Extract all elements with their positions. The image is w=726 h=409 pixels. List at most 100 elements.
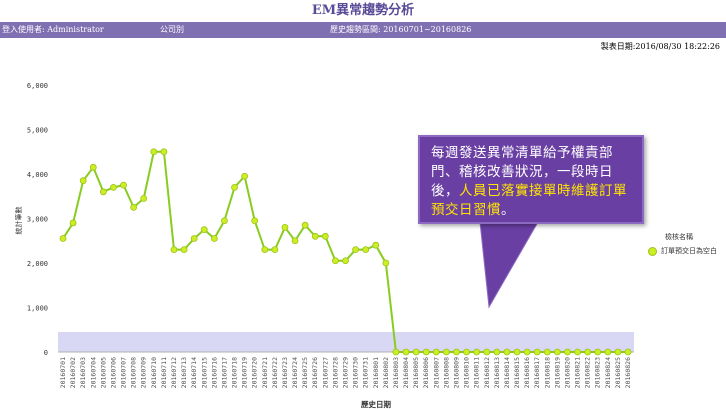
x-tick-label: 20160718 <box>231 357 239 388</box>
data-point <box>533 348 541 356</box>
x-tick-label: 20160727 <box>321 357 329 388</box>
x-tick-label: 20160730 <box>352 357 360 388</box>
data-point <box>291 237 299 245</box>
data-point <box>271 246 279 254</box>
x-tick-label: 20160726 <box>311 357 319 388</box>
data-point <box>442 348 450 356</box>
x-tick-label: 20160729 <box>342 357 350 388</box>
data-point <box>110 183 117 191</box>
x-tick-label: 20160801 <box>372 357 380 388</box>
trend-line-chart: 0 1,000 2,000 3,000 4,000 5,000 6,000 統計筆數 20160… <box>14 82 634 409</box>
data-point <box>99 188 107 196</box>
y-tick-label: 1,000 <box>27 305 48 313</box>
data-point <box>604 348 612 356</box>
x-tick-label: 20160819 <box>553 357 561 388</box>
x-tick-label: 20160815 <box>513 357 521 388</box>
data-point <box>453 348 460 356</box>
info-bar: 登入使用者: Administrator 公司別 歷史趨勢區間: 2016070… <box>0 22 726 38</box>
data-point <box>523 348 531 356</box>
x-tick-label: 20160824 <box>604 357 612 388</box>
x-tick-label: 20160713 <box>180 357 188 388</box>
x-tick-label: 20160817 <box>533 357 541 388</box>
data-point <box>584 348 592 356</box>
x-tick-label: 20160818 <box>543 357 551 388</box>
data-point <box>200 226 208 234</box>
x-tick-label: 20160720 <box>251 357 259 388</box>
x-tick-label: 20160725 <box>301 357 309 388</box>
x-tick-label: 20160719 <box>241 357 249 388</box>
data-point <box>564 348 571 356</box>
data-point <box>69 219 77 227</box>
data-point <box>221 217 228 225</box>
data-point <box>463 348 470 356</box>
callout-end: 。 <box>501 202 515 218</box>
data-point <box>422 348 430 356</box>
x-tick-label: 20160805 <box>412 357 420 388</box>
x-tick-label: 20160709 <box>140 357 148 388</box>
data-point <box>503 348 511 356</box>
data-point <box>412 348 420 356</box>
x-tick-label: 20160820 <box>563 357 571 388</box>
data-point <box>190 235 198 242</box>
y-axis-title: 統計筆數 <box>14 207 23 235</box>
x-tick-label: 20160807 <box>432 357 440 388</box>
x-tick-label: 20160806 <box>422 357 430 388</box>
x-tick-label: 20160803 <box>392 357 400 388</box>
x-axis-title: 歷史日期 <box>361 399 391 409</box>
data-point <box>311 232 319 240</box>
data-point <box>180 246 188 254</box>
callout-pointer <box>479 221 539 309</box>
data-point <box>614 348 622 356</box>
legend-label: 訂單預交日為空白 <box>661 247 717 255</box>
y-tick-label: 4,000 <box>27 171 48 179</box>
x-tick-label: 20160804 <box>402 357 410 388</box>
x-tick-label: 20160822 <box>584 357 592 388</box>
data-point <box>301 221 309 229</box>
x-tick-label: 20160714 <box>190 357 198 388</box>
x-tick-label: 20160703 <box>79 357 87 388</box>
x-tick-label: 20160821 <box>574 357 582 388</box>
x-tick-label: 20160716 <box>210 357 218 388</box>
x-tick-label: 20160816 <box>523 357 531 388</box>
x-tick-label: 20160808 <box>442 357 450 388</box>
x-tick-label: 20160708 <box>130 357 138 388</box>
x-tick-label: 20160809 <box>452 357 460 388</box>
x-tick-label: 20160722 <box>271 357 279 388</box>
x-tick-label: 20160823 <box>594 357 602 388</box>
data-point <box>89 163 97 171</box>
x-tick-label: 20160814 <box>503 357 511 388</box>
x-tick-label: 20160728 <box>331 357 339 388</box>
x-tick-label: 20160724 <box>291 357 299 388</box>
data-point <box>382 259 390 267</box>
data-point <box>402 348 410 356</box>
data-point <box>140 195 148 202</box>
data-point <box>483 348 491 356</box>
x-tick-label: 20160704 <box>89 357 97 388</box>
data-point <box>321 232 329 240</box>
y-tick-label: 0 <box>44 349 48 357</box>
data-point <box>513 348 521 356</box>
data-point <box>160 148 168 156</box>
y-tick-label: 3,000 <box>27 216 48 224</box>
x-tick-label: 20160707 <box>120 357 128 388</box>
x-tick-label: 20160811 <box>473 357 481 388</box>
x-tick-label: 20160812 <box>483 357 491 388</box>
data-point <box>251 217 259 225</box>
x-tick-label: 20160705 <box>99 357 107 388</box>
data-point <box>79 177 87 185</box>
x-tick-label: 20160802 <box>382 357 390 388</box>
annotation-callout: 每週發送異常清單給予權責部門、稽核改善狀況，一段時日後，人員已落實接單時維護訂單… <box>418 135 644 224</box>
legend-item: 訂單預交日為空白 <box>648 246 717 256</box>
data-point <box>150 148 158 156</box>
data-point <box>59 235 67 242</box>
x-tick-label: 20160826 <box>624 357 632 388</box>
x-tick-label: 20160721 <box>261 357 269 388</box>
data-point <box>574 348 581 356</box>
company-label: 公司別 <box>160 25 184 34</box>
page-title: EM異常趨勢分析 <box>311 3 415 18</box>
y-tick-label: 5,000 <box>27 127 48 135</box>
data-point <box>120 181 127 189</box>
x-tick-label: 20160813 <box>493 357 501 388</box>
range-label: 歷史趨勢區間: 20160701~20160826 <box>330 25 472 34</box>
data-point <box>543 348 551 356</box>
